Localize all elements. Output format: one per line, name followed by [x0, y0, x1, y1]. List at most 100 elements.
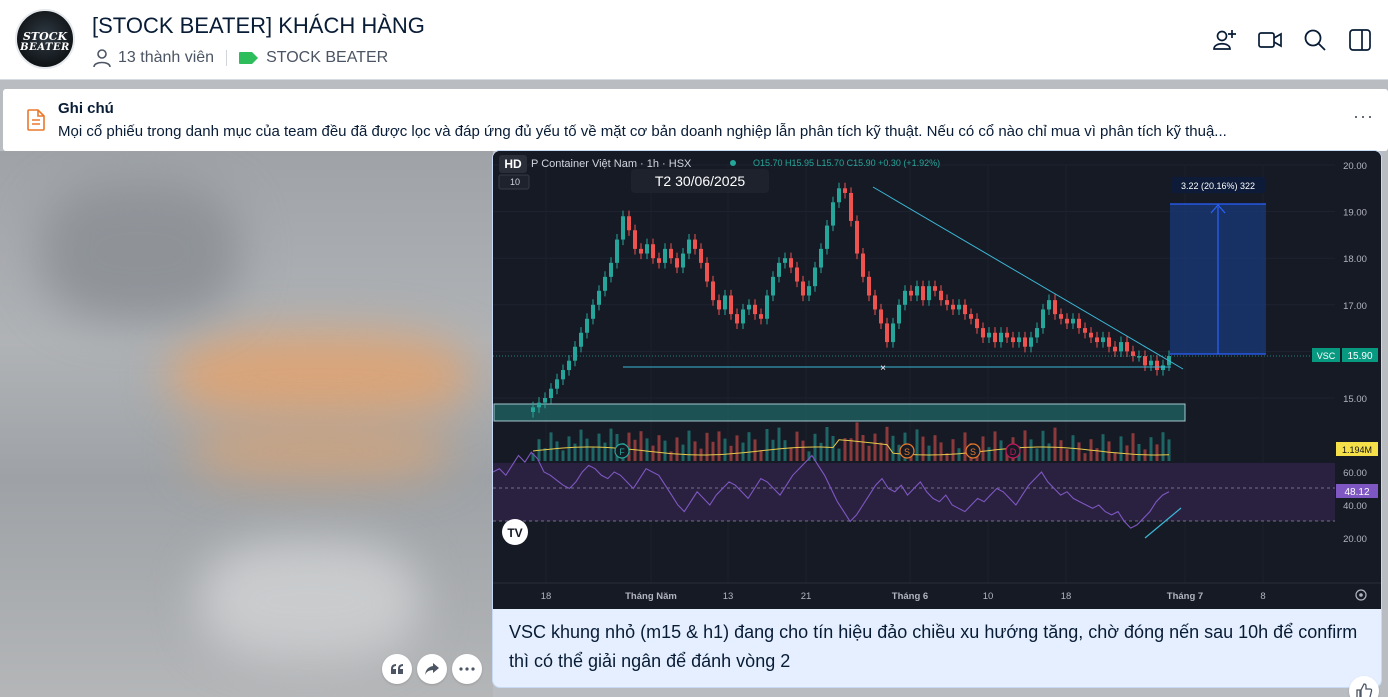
candle-body: [861, 253, 865, 277]
candle-body: [741, 309, 745, 324]
volume-bar: [549, 432, 553, 461]
quote-icon[interactable]: [382, 654, 412, 684]
volume-bar: [657, 435, 661, 461]
message-actions: [382, 654, 487, 684]
candle-body: [597, 290, 601, 305]
candle-body: [975, 318, 979, 329]
rsi-value-label: 48.12: [1344, 487, 1369, 498]
candle-body: [747, 304, 751, 310]
volume-bar: [795, 431, 799, 461]
svg-text:TV: TV: [507, 526, 522, 540]
volume-bar: [741, 442, 745, 461]
volume-bar: [885, 426, 889, 461]
search-icon[interactable]: [1299, 24, 1331, 56]
event-marker-label: S: [970, 447, 976, 457]
group-tag[interactable]: STOCK BEATER: [266, 49, 388, 67]
candle-body: [825, 225, 829, 249]
share-icon[interactable]: [417, 654, 447, 684]
x-tick-label: Tháng 6: [892, 591, 928, 602]
candle-body: [699, 248, 703, 263]
hd-badge: HD: [504, 157, 522, 171]
volume-bar: [663, 440, 667, 461]
stock-chart-image[interactable]: 3.22 (20.16%) 322 × HD P Container Việt …: [493, 151, 1382, 609]
candle-body: [759, 314, 763, 319]
candle-body: [1005, 332, 1009, 338]
volume-bar: [957, 448, 961, 461]
candle-body: [897, 304, 901, 324]
candle-body: [1143, 356, 1147, 366]
candle-body: [831, 202, 835, 226]
candle-body: [1083, 328, 1087, 333]
volume-bar: [639, 431, 643, 461]
volume-bar: [1101, 434, 1105, 461]
date-tooltip: T2 30/06/2025: [655, 173, 746, 189]
candle-body: [945, 300, 949, 305]
volume-bar: [591, 447, 595, 461]
volume-bar: [753, 439, 757, 461]
x-tick-label: 8: [1260, 591, 1265, 602]
volume-bar: [1131, 433, 1135, 461]
candle-body: [1149, 360, 1153, 366]
candle-body: [1095, 337, 1099, 343]
volume-bar: [1077, 442, 1081, 461]
volume-bar: [825, 427, 829, 461]
volume-bar: [801, 440, 805, 461]
x-tick-label: Tháng Năm: [625, 591, 677, 602]
last-price-label: 15.90: [1347, 351, 1372, 362]
x-tick-label: 18: [541, 591, 552, 602]
candle-body: [867, 276, 871, 296]
candle-body: [657, 258, 661, 263]
volume-bar: [1161, 432, 1165, 461]
group-title[interactable]: [STOCK BEATER] KHÁCH HÀNG: [92, 13, 425, 39]
candle-body: [531, 407, 535, 412]
chart-symbol-title: P Container Việt Nam · 1h · HSX: [531, 158, 692, 170]
more-icon[interactable]: [452, 654, 482, 684]
video-call-icon[interactable]: [1254, 24, 1286, 56]
candle-body: [777, 262, 781, 277]
volume-bar: [879, 442, 883, 461]
event-marker-label: D: [1010, 447, 1017, 457]
candle-body: [1011, 337, 1015, 343]
note-text: Mọi cổ phiếu trong danh mục của team đều…: [58, 123, 1227, 140]
group-avatar[interactable]: STOCK BEATER: [15, 9, 75, 69]
volume-bar: [1113, 452, 1117, 461]
candle-body: [783, 258, 787, 263]
pinned-note[interactable]: Ghi chú Mọi cổ phiếu trong danh mục của …: [3, 89, 1388, 151]
volume-bar: [777, 427, 781, 461]
x-tick-label: 10: [983, 591, 994, 602]
candle-body: [1035, 328, 1039, 338]
candle-body: [729, 295, 733, 315]
volume-bar: [1059, 440, 1063, 461]
message-caption: VSC khung nhỏ (m15 & h1) đang cho tín hi…: [509, 622, 1358, 671]
volume-bar: [1047, 443, 1051, 461]
candle-body: [633, 230, 637, 249]
volume-bar: [1041, 430, 1045, 461]
candle-body: [807, 286, 811, 296]
volume-bar: [1023, 430, 1027, 461]
candle-body: [963, 304, 967, 315]
sidebar-toggle-icon[interactable]: [1344, 24, 1376, 56]
volume-bar: [567, 436, 571, 461]
candle-body: [795, 267, 799, 282]
chat-header: STOCK BEATER [STOCK BEATER] KHÁCH HÀNG 1…: [0, 0, 1388, 80]
svg-text:×: ×: [880, 363, 886, 374]
candle-body: [909, 290, 913, 296]
candle-body: [921, 286, 925, 301]
volume-bar: [939, 442, 943, 461]
volume-bar: [687, 430, 691, 461]
message-bubble[interactable]: 3.22 (20.16%) 322 × HD P Container Việt …: [492, 150, 1382, 688]
volume-bar: [717, 431, 721, 461]
volume-bar: [861, 435, 865, 461]
last-price-symbol: VSC: [1317, 351, 1336, 361]
candle-body: [1029, 337, 1033, 347]
candle-body: [1131, 351, 1135, 357]
note-more-button[interactable]: ···: [1353, 106, 1374, 127]
interval-badge[interactable]: 10: [510, 177, 520, 187]
candle-body: [735, 314, 739, 324]
member-count[interactable]: 13 thành viên: [118, 49, 214, 67]
add-member-icon[interactable]: [1209, 24, 1241, 56]
candle-body: [549, 388, 553, 398]
volume-bar: [981, 436, 985, 461]
volume-bar: [759, 450, 763, 461]
volume-bar: [1119, 436, 1123, 461]
